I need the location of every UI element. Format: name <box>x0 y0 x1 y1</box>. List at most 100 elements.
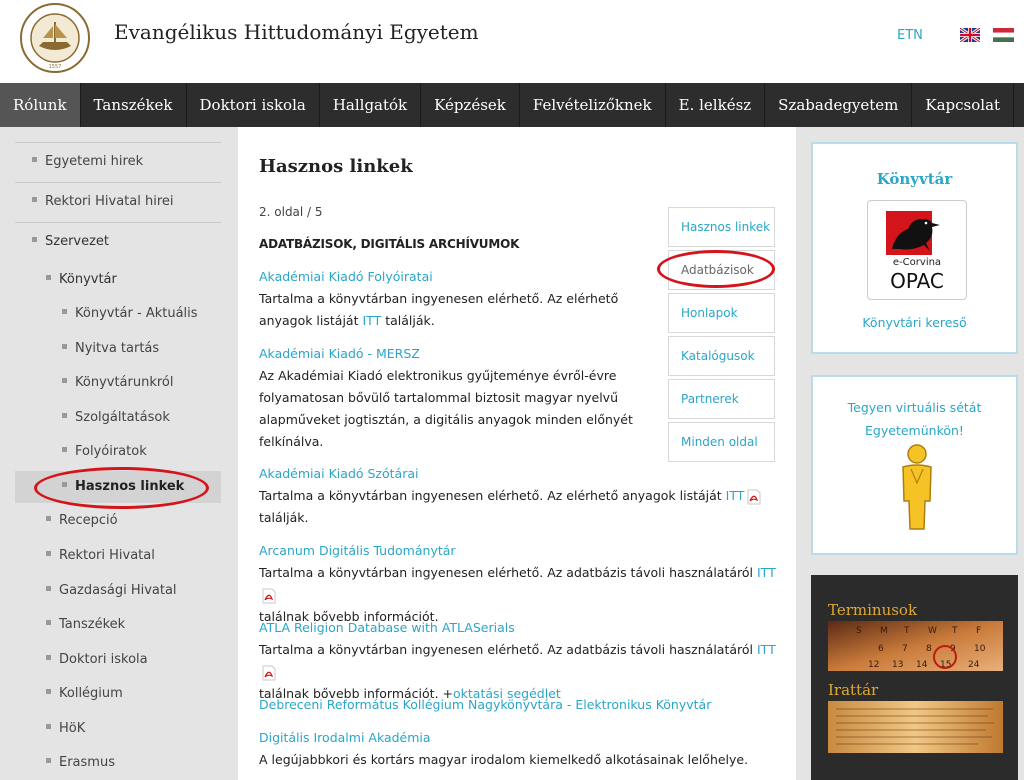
entry-title-link[interactable]: Akadémiai Kiadó Szótárai <box>259 466 418 481</box>
sidebar-item-konyvtar-aktualis[interactable]: Könyvtár - Aktuális <box>62 306 198 321</box>
subnav-minden-oldal-button[interactable]: Minden oldal <box>668 422 775 462</box>
itt-link[interactable]: ITT <box>362 313 381 328</box>
entry-title-link[interactable]: Debreceni Református Kollégium Nagykönyv… <box>259 697 711 712</box>
sidebar-item-erasmus[interactable]: Erasmus <box>46 755 115 770</box>
university-seal-logo[interactable]: 1557 <box>19 2 91 74</box>
manuscript-image[interactable] <box>828 701 1003 753</box>
person-figure-icon[interactable] <box>897 443 937 533</box>
sidebar-item-hok[interactable]: HöK <box>46 721 85 736</box>
svg-text:8: 8 <box>926 644 932 654</box>
sidebar-divider <box>15 182 221 183</box>
svg-text:12: 12 <box>868 660 879 670</box>
pdf-icon[interactable] <box>262 665 276 681</box>
site-title[interactable]: Evangélikus Hittudományi Egyetem <box>114 20 479 44</box>
sidebar-item-rektori-hivatal[interactable]: Rektori Hivatal <box>46 548 155 563</box>
itt-link[interactable]: ITT <box>726 488 745 503</box>
etn-link[interactable]: ETN <box>897 28 923 43</box>
main-navigation: Rólunk Tanszékek Doktori iskola Hallgató… <box>0 83 1024 127</box>
bullet-icon <box>62 447 67 452</box>
link-entry: Digitális Irodalmi Akadémia A legújabbko… <box>259 727 779 771</box>
nav-item-hallgatok[interactable]: Hallgatók <box>320 83 422 127</box>
sidebar-item-egyetemi-hirek[interactable]: Egyetemi hirek <box>32 154 143 169</box>
site-header: 1557 Evangélikus Hittudományi Egyetem ET… <box>0 0 1024 83</box>
svg-text:6: 6 <box>878 644 884 654</box>
sidebar-item-rektori-hivatal-hirei[interactable]: Rektori Hivatal hirei <box>32 194 174 209</box>
irattar-title[interactable]: Irattár <box>828 681 878 699</box>
subnav-katalogusok-button[interactable]: Katalógusok <box>668 336 775 376</box>
hungarian-flag-icon[interactable] <box>993 28 1014 42</box>
sidebar-item-konyvtarunkrol[interactable]: Könyvtárunkról <box>62 375 174 390</box>
bullet-icon <box>62 378 67 383</box>
terminusok-title[interactable]: Terminusok <box>828 601 917 619</box>
opac-label: OPAC <box>890 269 944 293</box>
itt-link[interactable]: ITT <box>757 642 776 657</box>
nav-item-doktori-iskola[interactable]: Doktori iskola <box>187 83 320 127</box>
svg-text:T: T <box>903 626 910 636</box>
nav-item-felvetelizoknek[interactable]: Felvételizőknek <box>520 83 666 127</box>
sidebar-item-folyoiratok[interactable]: Folyóiratok <box>62 444 147 459</box>
svg-text:7: 7 <box>902 644 908 654</box>
sidebar-item-szolgaltatasok[interactable]: Szolgáltatások <box>62 410 170 425</box>
svg-text:24: 24 <box>968 660 980 670</box>
bullet-icon <box>46 586 51 591</box>
pdf-icon[interactable] <box>262 588 276 604</box>
bullet-icon <box>46 724 51 729</box>
terminusok-irattar-widget: Terminusok SMTWTF 6 7 8 9 10 12 13 14 15 24 Irat… <box>811 575 1018 780</box>
sidebar-item-nyitva-tartas[interactable]: Nyitva tartás <box>62 341 159 356</box>
nav-item-kapcsolat[interactable]: Kapcsolat <box>912 83 1015 127</box>
entry-description-end: találják. <box>381 313 435 328</box>
entry-title-link[interactable]: Arcanum Digitális Tudománytár <box>259 543 456 558</box>
nav-item-e-lelkesz[interactable]: E. lelkész <box>666 83 766 127</box>
virtual-tour-line-2[interactable]: Egyetemünkön! <box>813 420 1016 442</box>
subnav-hasznos-linkek-button[interactable]: Hasznos linkek <box>668 207 775 247</box>
bullet-icon <box>62 413 67 418</box>
entry-title-link[interactable]: Digitális Irodalmi Akadémia <box>259 730 431 745</box>
itt-link[interactable]: ITT <box>757 565 776 580</box>
raven-icon <box>892 219 940 251</box>
entry-description: Az Akadémiai Kiadó elektronikus gyűjtemé… <box>259 368 633 449</box>
nav-item-szabadegyetem[interactable]: Szabadegyetem <box>765 83 913 127</box>
left-sidebar: Egyetemi hirek Rektori Hivatal hirei Sze… <box>0 127 238 780</box>
sidebar-item-kollegium[interactable]: Kollégium <box>46 686 123 701</box>
english-flag-icon[interactable] <box>960 28 980 42</box>
konyvtari-kereso-link[interactable]: Könyvtári kereső <box>813 312 1016 334</box>
bullet-icon <box>32 197 37 202</box>
virtual-tour-line-1[interactable]: Tegyen virtuális sétát <box>813 397 1016 419</box>
svg-text:1557: 1557 <box>49 64 62 70</box>
opac-logo[interactable]: e-Corvina OPAC <box>867 200 967 300</box>
nav-item-kepzesek[interactable]: Képzések <box>421 83 520 127</box>
svg-text:M: M <box>880 626 888 636</box>
entry-description: Tartalma a könyvtárban ingyenesen elérhe… <box>259 488 726 503</box>
svg-text:13: 13 <box>892 660 903 670</box>
section-heading: ADATBÁZISOK, DIGITÁLIS ARCHÍVUMOK <box>259 237 520 251</box>
svg-text:S: S <box>856 626 862 636</box>
svg-text:F: F <box>976 626 981 636</box>
entry-title-link[interactable]: Akadémiai Kiadó - MERSZ <box>259 346 420 361</box>
konyvtar-title[interactable]: Könyvtár <box>813 170 1016 188</box>
bullet-icon <box>46 551 51 556</box>
entry-title-link[interactable]: ATLA Religion Database with ATLASerials <box>259 620 515 635</box>
bullet-icon <box>46 620 51 625</box>
sidebar-item-tanszekek[interactable]: Tanszékek <box>46 617 125 632</box>
nav-item-tanszekek[interactable]: Tanszékek <box>81 83 187 127</box>
entry-title-link[interactable]: Akadémiai Kiadó Folyóiratai <box>259 269 433 284</box>
calendar-image[interactable]: SMTWTF 6 7 8 9 10 12 13 14 15 24 <box>828 621 1003 671</box>
sidebar-item-gazdasagi-hivatal[interactable]: Gazdasági Hivatal <box>46 583 177 598</box>
subnav-partnerek-button[interactable]: Partnerek <box>668 379 775 419</box>
bullet-icon <box>46 516 51 521</box>
entry-description: A legújabbkori és kortárs magyar irodalo… <box>259 752 749 767</box>
sidebar-item-konyvtar[interactable]: Könyvtár <box>46 272 117 287</box>
virtual-tour-widget: Tegyen virtuális sétát Egyetemünkön! <box>811 375 1018 555</box>
svg-text:14: 14 <box>916 660 928 670</box>
page-title: Hasznos linkek <box>259 156 413 177</box>
sidebar-item-doktori-iskola[interactable]: Doktori iskola <box>46 652 148 667</box>
bullet-icon <box>32 157 37 162</box>
nav-item-rolunk[interactable]: Rólunk <box>0 83 81 127</box>
subnav-honlapok-button[interactable]: Honlapok <box>668 293 775 333</box>
bullet-icon <box>62 344 67 349</box>
sidebar-item-szervezet[interactable]: Szervezet <box>32 234 109 249</box>
sidebar-item-recepcio[interactable]: Recepció <box>46 513 118 528</box>
svg-text:W: W <box>928 626 937 636</box>
opac-subtitle: e-Corvina <box>892 257 942 268</box>
pdf-icon[interactable] <box>747 489 761 505</box>
